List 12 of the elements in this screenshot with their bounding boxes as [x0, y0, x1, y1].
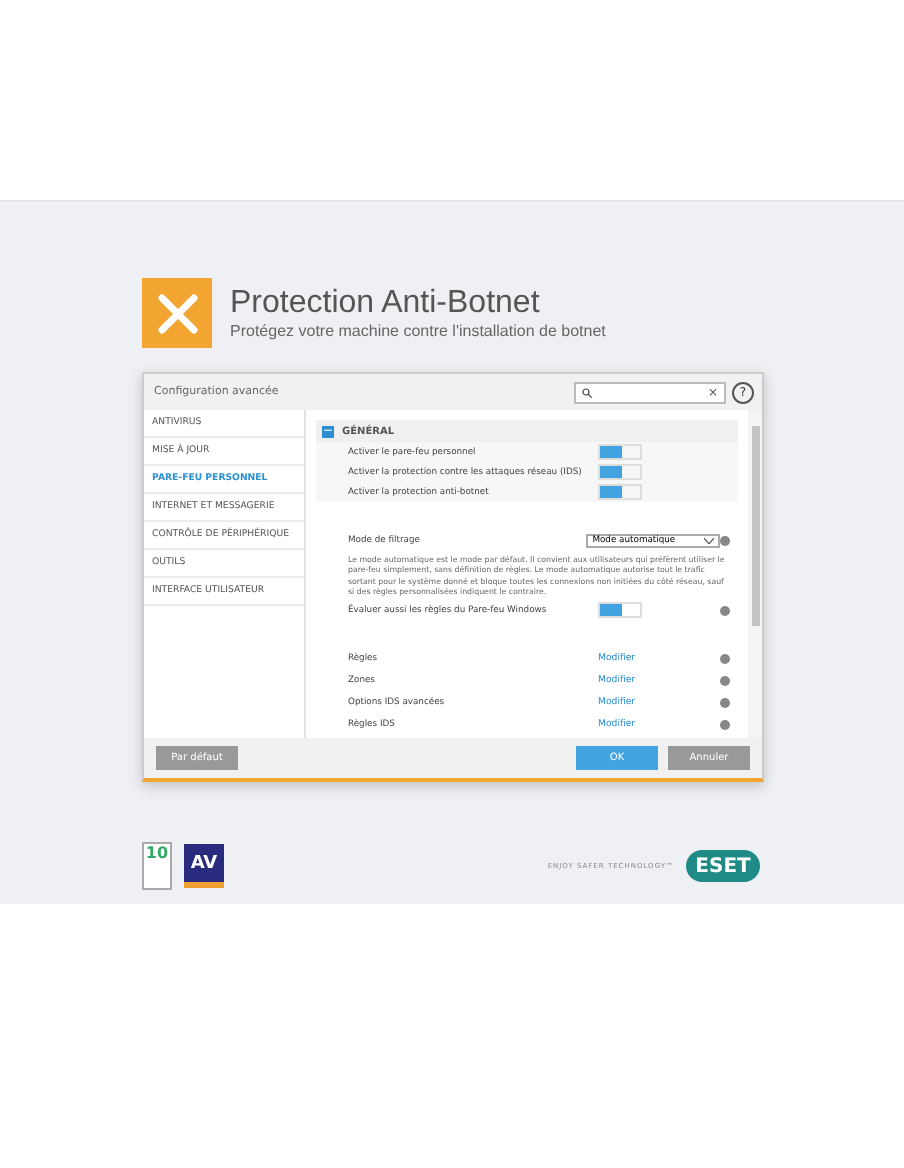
page-subtitle: Protégez votre machine contre l'installation de botnet	[230, 322, 606, 340]
page-title: Protection Anti-Botnet	[230, 286, 542, 322]
brand-logo: ESET	[686, 850, 760, 882]
toggle-switch[interactable]	[598, 484, 642, 500]
toggle-switch[interactable]	[598, 602, 642, 619]
award-badge: AV	[184, 844, 224, 888]
info-icon	[720, 535, 730, 545]
search-icon	[582, 387, 592, 397]
chevron-icon	[704, 537, 715, 543]
toggle-switch[interactable]	[598, 464, 642, 480]
toggle-switch[interactable]	[598, 444, 642, 460]
award-badge: 10	[142, 842, 172, 890]
